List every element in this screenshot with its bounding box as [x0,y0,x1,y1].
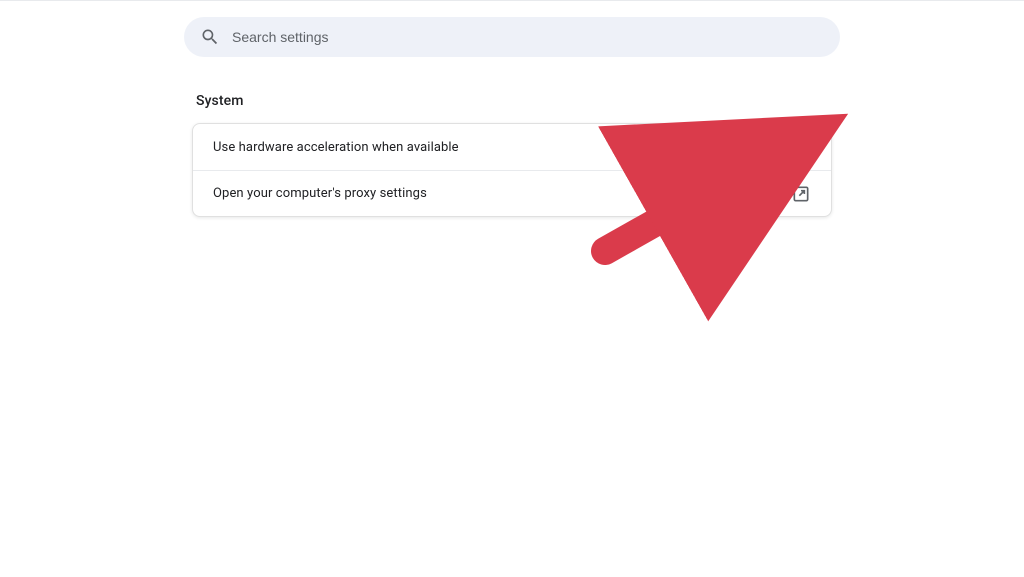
system-card: Use hardware acceleration when available… [192,123,832,217]
settings-content: System Use hardware acceleration when av… [192,93,832,217]
row-hardware-acceleration[interactable]: Use hardware acceleration when available [193,124,831,170]
open-external-icon [791,184,811,204]
toggle-hardware-acceleration[interactable] [781,140,811,154]
search-bar[interactable] [184,17,840,57]
row-label: Open your computer's proxy settings [213,186,427,201]
row-proxy-settings[interactable]: Open your computer's proxy settings [193,170,831,216]
row-label: Use hardware acceleration when available [213,140,459,155]
search-icon [200,27,220,47]
settings-page: System Use hardware acceleration when av… [0,1,1024,217]
search-input[interactable] [232,29,824,45]
toggle-knob [798,141,810,153]
section-title-system: System [196,93,832,109]
